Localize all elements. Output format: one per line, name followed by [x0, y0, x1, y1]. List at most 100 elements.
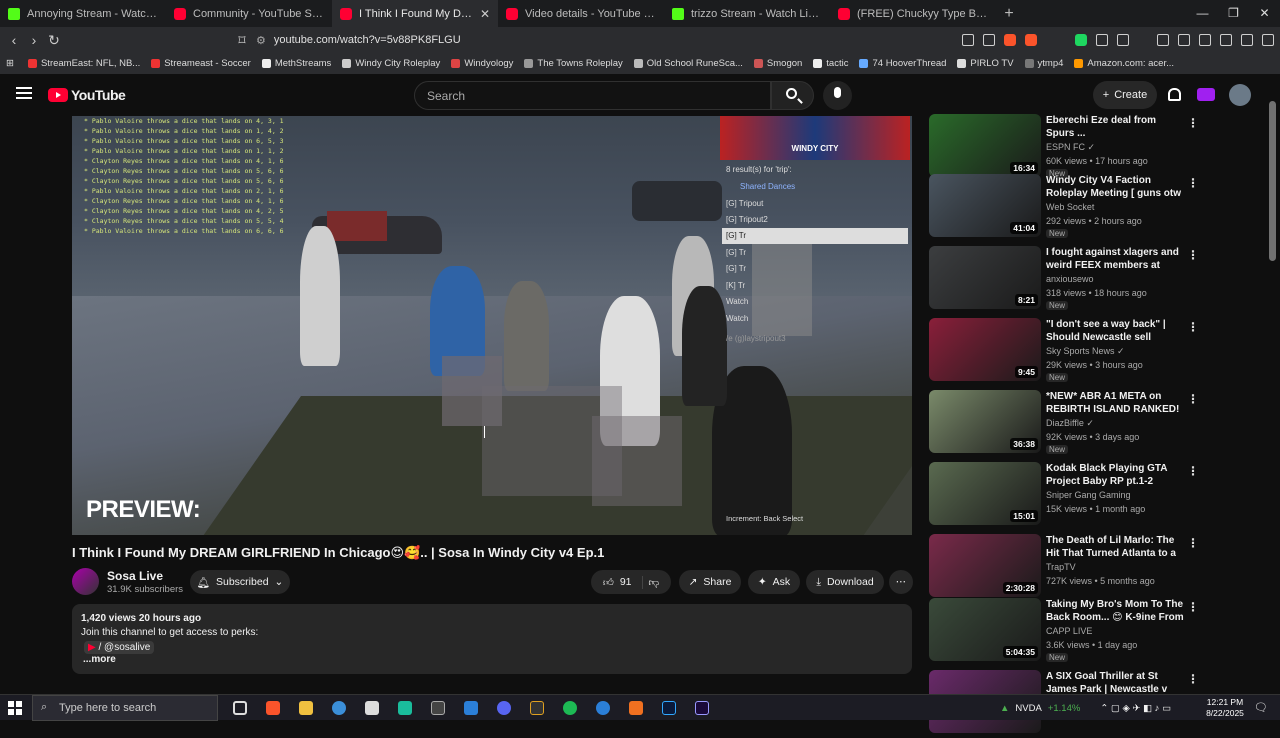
- wallet-icon[interactable]: [1199, 34, 1211, 46]
- brave-browser-icon[interactable]: [266, 701, 280, 715]
- task-view-icon[interactable]: [233, 701, 247, 715]
- browser-tab[interactable]: Video details - YouTube Studio: [498, 0, 664, 27]
- more-vert-icon[interactable]: ⋮: [1187, 536, 1199, 550]
- url-field[interactable]: ⚙ youtube.com/watch?v=5v88PK8FLGU: [256, 31, 876, 49]
- taskbar-search-box[interactable]: ⌕ Type here to search: [32, 695, 218, 721]
- extension-icon[interactable]: [1117, 34, 1129, 46]
- video-thumbnail[interactable]: 16:34: [929, 114, 1041, 177]
- file-explorer-icon[interactable]: [299, 701, 313, 715]
- search-input[interactable]: [414, 81, 771, 110]
- recommended-video[interactable]: 9:45 "I don't see a way back" | Should Ne…: [929, 318, 1259, 386]
- youtube-logo[interactable]: YouTube: [48, 87, 126, 103]
- recommended-video[interactable]: 5:04:35 Taking My Bro's Mom To The Back R…: [929, 598, 1259, 666]
- skype-icon[interactable]: [596, 701, 610, 715]
- media-icon[interactable]: [1157, 34, 1169, 46]
- app-icon[interactable]: [398, 701, 412, 715]
- new-tab-icon[interactable]: +: [996, 5, 1022, 23]
- reload-icon[interactable]: ↻: [44, 32, 64, 49]
- bookmark-item[interactable]: Amazon.com: acer...: [1074, 58, 1174, 69]
- bookmark-item[interactable]: StreamEast: NFL, NB...: [27, 58, 140, 69]
- bookmark-item[interactable]: Windy City Roleplay: [342, 58, 440, 69]
- bookmark-item[interactable]: Old School RuneSca...: [633, 58, 743, 69]
- windows-start-icon[interactable]: [8, 701, 22, 715]
- browser-tab[interactable]: trizzo Stream - Watch Live on Kick: [664, 0, 830, 27]
- share-icon[interactable]: [983, 34, 995, 46]
- close-window-icon[interactable]: ✕: [1249, 0, 1280, 27]
- share-button[interactable]: ↗ Share: [679, 570, 741, 594]
- recommended-title[interactable]: Eberechi Eze deal from Spurs ...: [1046, 114, 1184, 140]
- brave-rewards-icon[interactable]: [1025, 34, 1037, 46]
- minimize-icon[interactable]: —: [1187, 0, 1218, 27]
- search-button[interactable]: [771, 81, 814, 110]
- recommended-title[interactable]: Taking My Bro's Mom To The Back Room... …: [1046, 598, 1184, 625]
- brave-shields-icon[interactable]: [1004, 34, 1016, 46]
- bookmark-item[interactable]: tactic: [813, 58, 848, 69]
- maximize-icon[interactable]: ❐: [1218, 0, 1249, 27]
- close-tab-icon[interactable]: ✕: [480, 7, 490, 21]
- extension-icon[interactable]: [1096, 34, 1108, 46]
- recommended-title[interactable]: Kodak Black Playing GTA Project Baby RP …: [1046, 462, 1184, 488]
- notifications-icon[interactable]: 🗨︎: [1254, 701, 1268, 714]
- video-thumbnail[interactable]: 5:04:35: [929, 598, 1041, 661]
- bookmark-item[interactable]: The Towns Roleplay: [524, 58, 623, 69]
- photoshop-icon[interactable]: [662, 701, 676, 715]
- recommended-title[interactable]: *NEW* ABR A1 META on REBIRTH ISLAND RANK…: [1046, 390, 1184, 417]
- stock-ticker[interactable]: NVDA: [1015, 703, 1041, 714]
- more-vert-icon[interactable]: ⋮: [1187, 672, 1199, 686]
- show-more-link[interactable]: ...more: [83, 654, 116, 665]
- recommended-channel[interactable]: Sniper Gang Gaming: [1046, 490, 1131, 500]
- spotify-icon[interactable]: [563, 701, 577, 715]
- channel-handle-link[interactable]: ▶ / @sosalive: [84, 641, 155, 654]
- video-thumbnail[interactable]: 36:38: [929, 390, 1041, 453]
- recommended-title[interactable]: Windy City V4 Faction Roleplay Meeting […: [1046, 174, 1184, 201]
- video-player[interactable]: * Pablo Valoire throws a dice that lands…: [72, 116, 912, 535]
- page-scrollbar[interactable]: [1269, 101, 1276, 261]
- video-thumbnail[interactable]: 9:45: [929, 318, 1041, 381]
- site-info-icon[interactable]: ⚙: [256, 34, 266, 47]
- app-icon[interactable]: [629, 701, 643, 715]
- video-thumbnail[interactable]: 15:01: [929, 462, 1041, 525]
- app-icon[interactable]: [365, 701, 379, 715]
- channel-name[interactable]: Sosa Live: [107, 569, 163, 583]
- create-button[interactable]: + Create: [1093, 81, 1157, 109]
- recommended-video[interactable]: 8:21 I fought against xlagers and weird F…: [929, 246, 1259, 314]
- more-vert-icon[interactable]: ⋮: [1187, 392, 1199, 406]
- cast-icon[interactable]: [962, 34, 974, 46]
- browser-tab[interactable]: Community - YouTube Studio: [166, 0, 332, 27]
- bookmark-icon[interactable]: ⌑: [232, 32, 252, 49]
- more-actions-button[interactable]: ⋯: [889, 570, 913, 594]
- recommended-video[interactable]: 2:30:28 The Death of Lil Marlo: The Hit T…: [929, 534, 1259, 602]
- bookmark-item[interactable]: Windyology: [451, 58, 513, 69]
- recommended-channel[interactable]: Web Socket: [1046, 202, 1094, 212]
- recommended-video[interactable]: 15:01 Kodak Black Playing GTA Project Bab…: [929, 462, 1259, 530]
- more-vert-icon[interactable]: ⋮: [1187, 600, 1199, 614]
- like-button[interactable]: 👍︎ 91: [603, 575, 643, 589]
- hamburger-menu-icon[interactable]: [16, 87, 32, 99]
- voice-search-icon[interactable]: [823, 81, 852, 110]
- extension-icon[interactable]: [1075, 34, 1087, 46]
- notifications-bell-icon[interactable]: [1168, 88, 1181, 101]
- account-avatar[interactable]: [1229, 84, 1251, 106]
- bookmark-item[interactable]: 74 HooverThread: [859, 58, 946, 69]
- downloads-icon[interactable]: [1220, 34, 1232, 46]
- taskbar-clock[interactable]: 12:21 PM 8/22/2025: [1200, 697, 1250, 719]
- recommended-channel[interactable]: Sky Sports News ✓: [1046, 346, 1125, 357]
- app-icon[interactable]: [530, 701, 544, 715]
- chrome-icon[interactable]: [332, 701, 346, 715]
- recommended-channel[interactable]: ESPN FC ✓: [1046, 142, 1095, 153]
- bookmark-item[interactable]: MethStreams: [261, 58, 331, 69]
- recommended-title[interactable]: A SIX Goal Thriller at St James Park | N…: [1046, 670, 1184, 697]
- sidebar-icon[interactable]: [1178, 34, 1190, 46]
- forward-icon[interactable]: ›: [24, 32, 44, 48]
- browser-tab[interactable]: Annoying Stream - Watch Live on Kick: [0, 0, 166, 27]
- back-icon[interactable]: ‹: [4, 32, 24, 48]
- recommended-title[interactable]: The Death of Lil Marlo: The Hit That Tur…: [1046, 534, 1184, 561]
- vpn-icon[interactable]: [1241, 34, 1253, 46]
- ask-button[interactable]: ✦ Ask: [748, 570, 800, 594]
- download-button[interactable]: ⤓ Download: [806, 570, 884, 594]
- more-vert-icon[interactable]: ⋮: [1187, 464, 1199, 478]
- app-icon[interactable]: [464, 701, 478, 715]
- more-vert-icon[interactable]: ⋮: [1187, 176, 1199, 190]
- video-thumbnail[interactable]: 2:30:28: [929, 534, 1041, 597]
- recommended-video[interactable]: 41:04 Windy City V4 Faction Roleplay Meet…: [929, 174, 1259, 242]
